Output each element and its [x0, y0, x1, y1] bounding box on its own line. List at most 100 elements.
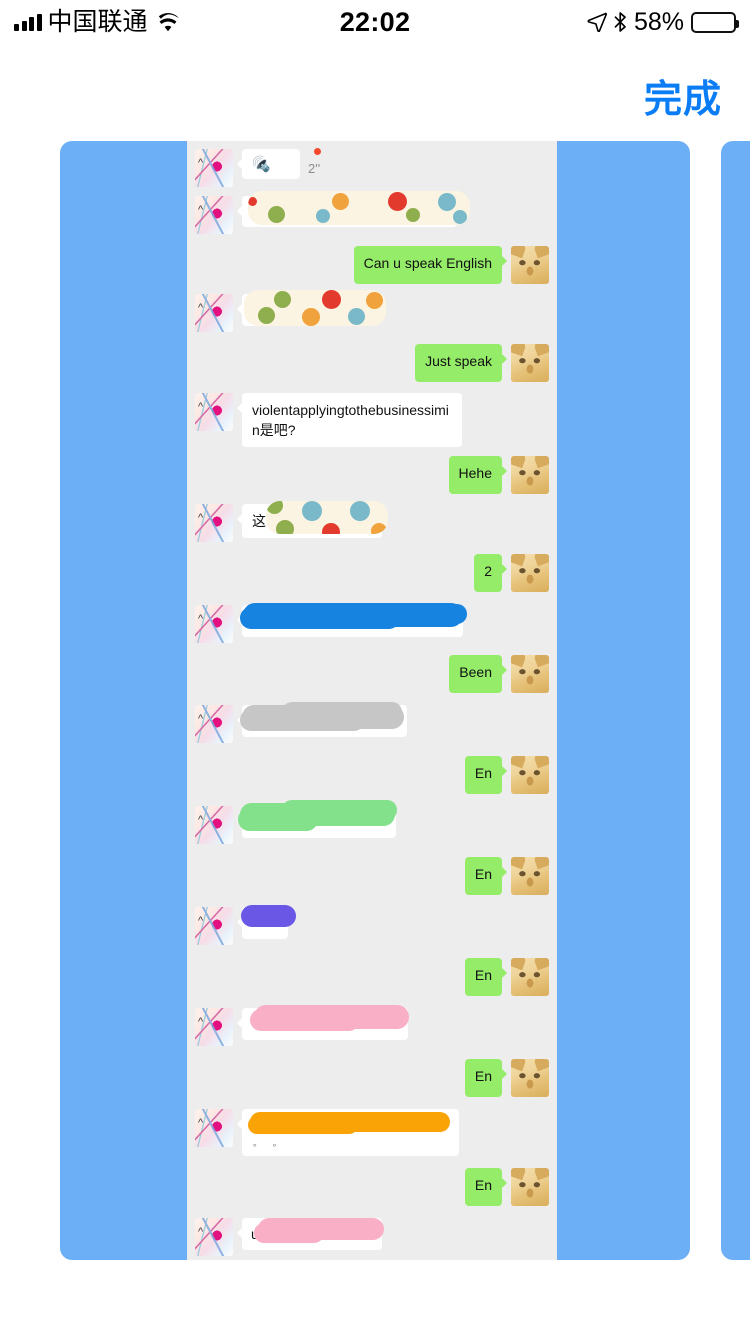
outgoing-message-bubble[interactable]: En: [464, 1168, 508, 1206]
chat-screenshot: 🔊 2'': [187, 141, 557, 1260]
outgoing-message-bubble[interactable]: Just speak: [415, 344, 507, 382]
message-row-outgoing-5: Been: [187, 643, 557, 693]
censor-marker-gray: [240, 709, 365, 731]
message-row-outgoing-11: Test: [187, 1256, 557, 1260]
outgoing-message-bubble[interactable]: En: [464, 1059, 508, 1097]
avatar-friend: [195, 196, 233, 234]
censored-message-bubble[interactable]: [237, 290, 386, 326]
censor-marker-blue: [240, 607, 400, 629]
battery-percent-label: 58%: [633, 7, 684, 36]
censor-marker-gray: [242, 705, 404, 729]
message-row-censored-blue: [187, 592, 557, 643]
speaker-icon: 🔊: [252, 155, 271, 173]
message-row-censored-orange-1: ∘∘: [187, 1097, 557, 1156]
screenshot-card-1[interactable]: 🔊 2'': [60, 141, 690, 1260]
status-bar-right: 58%: [587, 7, 739, 37]
censor-marker-orange: [250, 1112, 450, 1132]
nav-bar: 完成: [0, 44, 750, 132]
censored-message-bubble[interactable]: [237, 1005, 409, 1040]
message-row-censored-purple: [187, 895, 557, 945]
censor-sticker: [244, 290, 386, 326]
censor-marker-pink: [254, 1223, 324, 1243]
censored-message-bubble[interactable]: u: [237, 1218, 384, 1250]
location-arrow-icon: [587, 12, 607, 32]
censor-sticker: [266, 501, 388, 534]
unread-dot: [314, 148, 321, 155]
censor-marker-blue: [302, 604, 467, 624]
voice-duration-label: 2'': [308, 160, 321, 176]
message-row-outgoing-8: En: [187, 945, 557, 996]
clock-label: 22:02: [339, 6, 411, 37]
bubble-wrap[interactable]: 🔊 2'': [233, 148, 321, 187]
censor-sticker: [248, 191, 470, 225]
outgoing-message-bubble[interactable]: Can u speak English: [353, 246, 508, 284]
message-row-censored-pink-2: u: [187, 1206, 557, 1256]
emoji-dots: ∘∘: [252, 1140, 292, 1150]
censor-marker-green: [282, 800, 397, 820]
message-row-outgoing-9: En: [187, 1046, 557, 1097]
avatar-friend: [195, 149, 233, 187]
status-bar: 中国联通 22:02 58%: [0, 0, 750, 44]
avatar-friend: [195, 705, 233, 743]
outgoing-message-bubble[interactable]: 2: [474, 554, 507, 592]
censor-marker-pink: [258, 1218, 384, 1240]
censored-message-bubble[interactable]: [237, 800, 397, 838]
message-row-censored-1: [187, 187, 557, 234]
message-row-outgoing-4: 2: [187, 542, 557, 592]
done-button[interactable]: 完成: [644, 68, 722, 123]
avatar-me: [511, 756, 549, 794]
censored-message-bubble[interactable]: ∘∘: [237, 1109, 459, 1156]
outgoing-message-bubble[interactable]: En: [464, 958, 508, 996]
censor-marker-purple: [241, 905, 296, 927]
avatar-friend: [195, 1008, 233, 1046]
message-row-outgoing-10: En: [187, 1156, 557, 1206]
message-row-outgoing-7: En: [187, 844, 557, 895]
censor-marker-orange: [248, 1116, 358, 1134]
message-row-censored-pink-1: [187, 996, 557, 1046]
message-row-incoming-text: violentapplyingtothebusinessimin是吧?: [187, 382, 557, 447]
censored-message-bubble[interactable]: 这: [237, 501, 388, 538]
incoming-message-text: u: [251, 1226, 259, 1242]
avatar-friend: [195, 294, 233, 332]
incoming-message-text: 这: [252, 513, 266, 529]
censored-message-bubble[interactable]: [237, 603, 467, 637]
incoming-message-bubble[interactable]: violentapplyingtothebusinessimin是吧?: [237, 393, 462, 447]
battery-icon: [691, 11, 739, 33]
avatar-friend: [195, 605, 233, 643]
censored-message-bubble[interactable]: [237, 191, 470, 227]
avatar-me: [511, 1168, 549, 1206]
screenshot-card-2[interactable]: [721, 141, 750, 1260]
message-row-censored-2: [187, 284, 557, 332]
avatar-me: [511, 857, 549, 895]
message-row-censored-3: 这: [187, 494, 557, 542]
voice-message-bubble[interactable]: 🔊: [237, 148, 321, 179]
censored-message-bubble[interactable]: [237, 702, 407, 737]
avatar-friend: [195, 504, 233, 542]
message-row-censored-gray: [187, 693, 557, 743]
avatar-me: [511, 1059, 549, 1097]
avatar-me: [511, 344, 549, 382]
outgoing-message-bubble[interactable]: Hehe: [448, 456, 508, 494]
censor-marker-pink: [250, 1009, 360, 1031]
avatar-friend: [195, 806, 233, 844]
avatar-me: [511, 554, 549, 592]
message-row-outgoing-2: Just speak: [187, 332, 557, 382]
outgoing-message-bubble[interactable]: En: [464, 756, 508, 794]
censor-marker-gray: [282, 702, 402, 722]
censor-marker-green: [240, 803, 395, 826]
bluetooth-icon: [614, 12, 626, 32]
avatar-friend: [195, 1109, 233, 1147]
screenshot-carousel[interactable]: 🔊 2'': [0, 141, 750, 1260]
message-row-outgoing-3: Hehe: [187, 447, 557, 494]
avatar-friend: [195, 393, 233, 431]
message-row-censored-green: [187, 794, 557, 844]
message-row-outgoing-6: En: [187, 743, 557, 794]
avatar-friend: [195, 907, 233, 945]
censor-marker-blue: [243, 603, 463, 627]
avatar-friend: [195, 1218, 233, 1256]
censored-message-bubble[interactable]: [237, 905, 296, 939]
censor-marker-green: [238, 808, 318, 831]
outgoing-message-bubble[interactable]: En: [464, 857, 508, 895]
outgoing-message-bubble[interactable]: Been: [449, 655, 507, 693]
avatar-me: [511, 958, 549, 996]
